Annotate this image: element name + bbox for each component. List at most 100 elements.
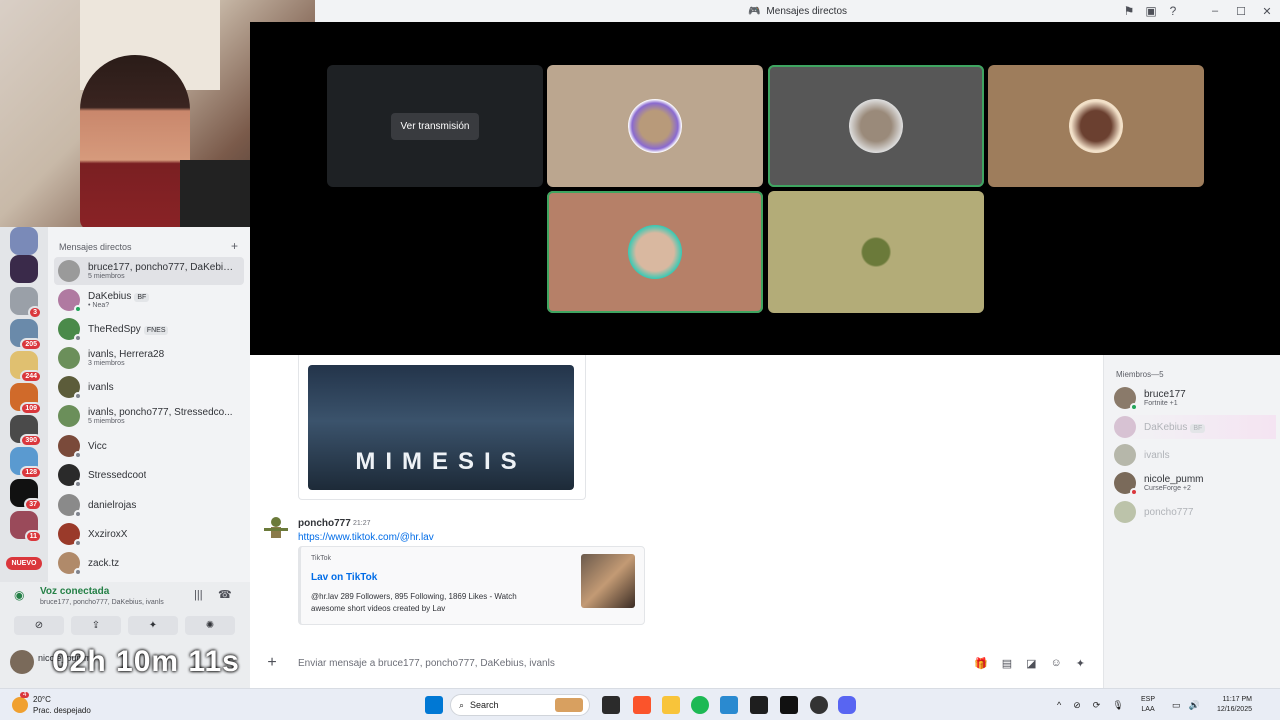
screen-share-button[interactable]: ⇪	[71, 616, 121, 635]
spotify-icon[interactable]	[691, 696, 709, 714]
game-title: MIMESIS	[355, 448, 527, 475]
message-composer[interactable]: + Enviar mensaje a bruce177, poncho777, …	[260, 647, 1093, 679]
dm-name: bruce177, poncho777, DaKebius...	[88, 261, 238, 273]
capcut-icon[interactable]	[780, 696, 798, 714]
dm-item[interactable]: zack.tz	[54, 549, 244, 577]
member-item[interactable]: DaKebius BF	[1114, 415, 1276, 439]
author-avatar[interactable]	[262, 515, 290, 543]
avatar	[1114, 387, 1138, 411]
signal-icon: ◉	[14, 588, 25, 602]
dm-item[interactable]: Vicc	[54, 432, 244, 460]
gift-icon[interactable]: 🎁	[974, 657, 988, 670]
stream-tile[interactable]: Ver transmisión	[327, 65, 543, 187]
message-author[interactable]: poncho777	[298, 518, 351, 529]
member-item[interactable]: ivanls	[1114, 443, 1276, 467]
embed-thumbnail[interactable]	[581, 554, 635, 608]
server-icon[interactable]: 128	[10, 447, 42, 479]
minimize-button[interactable]: –	[1202, 0, 1228, 22]
mic-icon[interactable]: 🎙	[1112, 700, 1123, 711]
noise-suppression-icon[interactable]: |||	[194, 589, 203, 601]
webcam-person	[80, 55, 190, 227]
member-item[interactable]: poncho777	[1114, 500, 1276, 524]
game-image[interactable]: MIMESIS	[308, 365, 574, 490]
notepad-icon[interactable]	[720, 696, 738, 714]
server-icon[interactable]: 37	[10, 479, 42, 511]
new-badge[interactable]: NUEVO	[6, 557, 42, 570]
participant-tile[interactable]	[547, 65, 763, 187]
dm-item[interactable]: DaKebius BF • Nea?	[54, 286, 244, 314]
dm-item[interactable]: ivanls, Herrera28 3 miembros	[54, 344, 244, 372]
gif-icon[interactable]: ▤	[1002, 657, 1012, 670]
member-name: DaKebius	[1144, 421, 1188, 433]
add-attachment-icon[interactable]: +	[260, 654, 284, 672]
terminal-icon[interactable]	[750, 696, 768, 714]
maximize-button[interactable]: ☐	[1228, 0, 1254, 22]
participant-avatar	[628, 99, 682, 153]
message-link[interactable]: https://www.tiktok.com/@hr.lav	[298, 532, 434, 543]
dm-item[interactable]: bruce177, poncho777, DaKebius... 5 miembr…	[54, 257, 244, 285]
dm-item[interactable]: TheRedSpy FNES	[54, 315, 244, 343]
participant-tile[interactable]	[988, 65, 1204, 187]
soundboard-button[interactable]: ✺	[185, 616, 235, 635]
server-icon[interactable]	[10, 227, 38, 255]
flag-icon[interactable]: ⚑	[1118, 0, 1140, 22]
member-list: Miembros—5 bruce177 Fortnite +1 DaKebius B…	[1103, 355, 1280, 688]
sticker-icon[interactable]: ◪	[1026, 657, 1036, 670]
apps-icon[interactable]: ✦	[1076, 657, 1085, 670]
server-icon[interactable]: 109	[10, 383, 42, 415]
embed-provider: TikTok	[311, 555, 331, 562]
dm-item[interactable]: ivanls, poncho777, Stressedco... 5 miembr…	[54, 402, 244, 430]
server-icon[interactable]: 244	[10, 351, 42, 383]
participant-tile[interactable]	[768, 191, 984, 313]
dm-item[interactable]: Stressedcoot	[54, 461, 244, 489]
eye-off-icon[interactable]: ⊘	[1073, 700, 1081, 711]
user-avatar[interactable]	[10, 650, 34, 674]
sync-icon[interactable]: ⟳	[1093, 700, 1101, 711]
camera-off-button[interactable]: ⊘	[14, 616, 64, 635]
embed-title[interactable]: Lav on TikTok	[311, 572, 377, 583]
file-explorer-icon[interactable]	[662, 696, 680, 714]
discord-taskbar-icon[interactable]	[838, 696, 856, 714]
volume-icon[interactable]: 🔊	[1189, 700, 1200, 711]
close-button[interactable]: ✕	[1254, 0, 1280, 22]
task-view-icon[interactable]	[602, 696, 620, 714]
taskbar-search[interactable]: ⌕ Search	[450, 694, 590, 716]
language-indicator[interactable]: ESP LAA	[1141, 695, 1155, 715]
participant-tile[interactable]	[768, 65, 984, 187]
member-item[interactable]: bruce177 Fortnite +1	[1114, 386, 1276, 411]
message-input[interactable]: Enviar mensaje a bruce177, poncho777, Da…	[298, 658, 974, 669]
member-name: ivanls	[1144, 449, 1170, 461]
taskbar: 4 20°C Prac. despejado ⌕ Search ^ ⊘ ⟳ 🎙 …	[0, 688, 1280, 720]
emoji-icon[interactable]: ☺	[1051, 657, 1062, 670]
inbox-icon[interactable]: ▣	[1140, 0, 1162, 22]
brave-icon[interactable]	[633, 696, 651, 714]
server-icon[interactable]: 205	[10, 319, 42, 351]
disconnect-icon[interactable]: ☎	[218, 588, 232, 601]
help-icon[interactable]: ?	[1162, 0, 1184, 22]
server-badge: 205	[20, 338, 42, 351]
obs-icon[interactable]	[810, 696, 828, 714]
dm-item[interactable]: ivanls	[54, 373, 244, 401]
server-icon[interactable]: 3	[10, 287, 42, 319]
dm-item[interactable]: danielrojas	[54, 491, 244, 519]
members-header: Miembros—5	[1116, 370, 1164, 379]
dm-name: ivanls	[88, 381, 114, 393]
participant-tile[interactable]	[547, 191, 763, 313]
member-item[interactable]: nicole_pumm CurseForge +2	[1114, 471, 1276, 496]
network-icon[interactable]: ▭	[1172, 700, 1181, 711]
chevron-up-icon[interactable]: ^	[1057, 700, 1061, 710]
server-icon[interactable]: 390	[10, 415, 42, 447]
dm-name: DaKebius	[88, 290, 132, 302]
start-icon[interactable]	[425, 696, 443, 714]
dm-header: Mensajes directos	[59, 242, 132, 252]
clock[interactable]: 11:17 PM 12/16/2025	[1208, 695, 1252, 715]
participant-avatar	[628, 225, 682, 279]
new-dm-icon[interactable]: +	[231, 239, 238, 253]
watch-stream-button[interactable]: Ver transmisión	[390, 112, 480, 140]
activities-button[interactable]: ✦	[128, 616, 178, 635]
server-icon[interactable]	[10, 255, 38, 283]
dm-item[interactable]: XxziroxX	[54, 520, 244, 548]
weather-temp: 20°C	[33, 695, 51, 704]
weather-icon[interactable]	[12, 697, 28, 713]
server-icon[interactable]: 11	[10, 511, 42, 543]
